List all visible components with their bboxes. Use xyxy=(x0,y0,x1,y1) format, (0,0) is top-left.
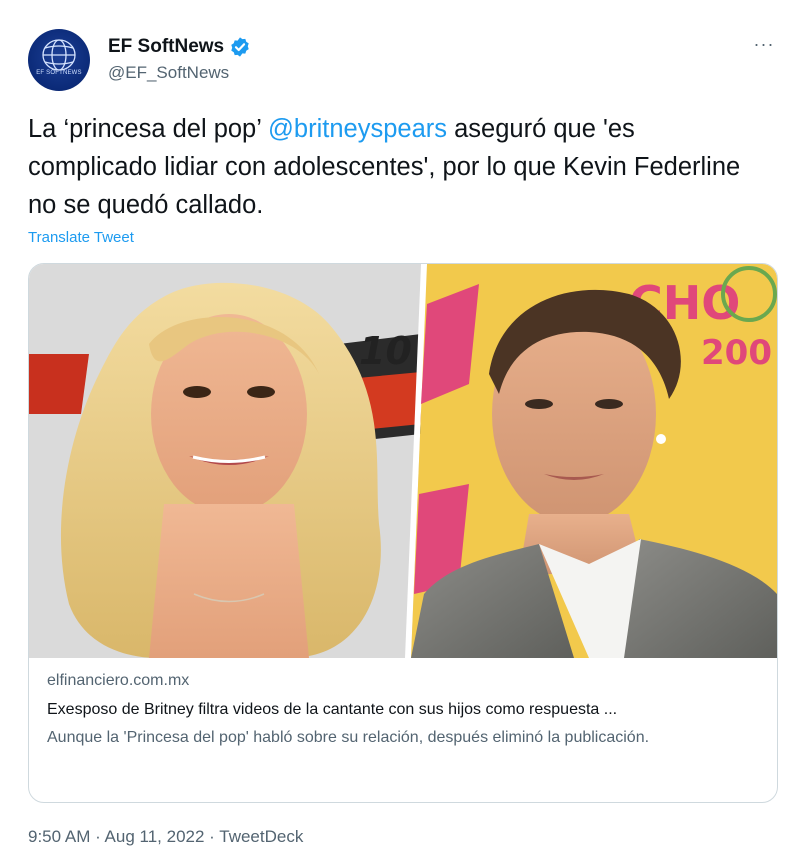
avatar-logo-text: EF SOFTNEWS xyxy=(36,70,82,76)
backdrop-sign-text-left: 10 xyxy=(359,329,412,373)
avatar[interactable]: EF SOFTNEWS xyxy=(28,29,90,91)
card-domain: elfinanciero.com.mx xyxy=(47,672,190,689)
tweet-source: TweetDeck xyxy=(219,827,304,846)
verified-badge-icon xyxy=(229,36,251,58)
mention-link[interactable]: @britneyspears xyxy=(268,115,447,143)
translate-tweet-link[interactable]: Translate Tweet xyxy=(28,229,134,246)
tweet-timestamp: 9:50 AM · Aug 11, 2022 · TweetDeck xyxy=(28,827,303,847)
card-photo-collage: 10 CHO 200 xyxy=(29,264,777,658)
backdrop-year-text: 200 xyxy=(701,333,772,373)
more-options-icon[interactable]: ··· xyxy=(751,34,777,54)
card-description: Aunque la 'Princesa del pop' habló sobre… xyxy=(47,729,650,746)
card-meta[interactable]: elfinanciero.com.mx Exesposo de Britney … xyxy=(47,670,767,751)
author-name[interactable]: EF SoftNews xyxy=(108,36,224,58)
card-image[interactable]: 10 CHO 200 xyxy=(29,264,777,658)
tweet-text: La ‘princesa del pop’ @britneyspears ase… xyxy=(28,110,768,224)
globe-logo-icon xyxy=(42,39,76,71)
author-name-row[interactable]: EF SoftNews xyxy=(108,36,251,58)
author-handle[interactable]: @EF_SoftNews xyxy=(108,63,229,83)
tweet-text-part: La ‘princesa del pop’ xyxy=(28,115,269,143)
card-title[interactable]: Exesposo de Britney filtra videos de la … xyxy=(47,699,767,721)
tweet-date[interactable]: Aug 11, 2022 xyxy=(105,827,205,846)
link-preview-card[interactable]: 10 CHO 200 elfinanciero.com.mx Exesposo … xyxy=(28,263,778,803)
meta-separator: · xyxy=(90,827,105,846)
meta-separator: · xyxy=(204,827,220,846)
tweet-time[interactable]: 9:50 AM xyxy=(28,827,90,846)
